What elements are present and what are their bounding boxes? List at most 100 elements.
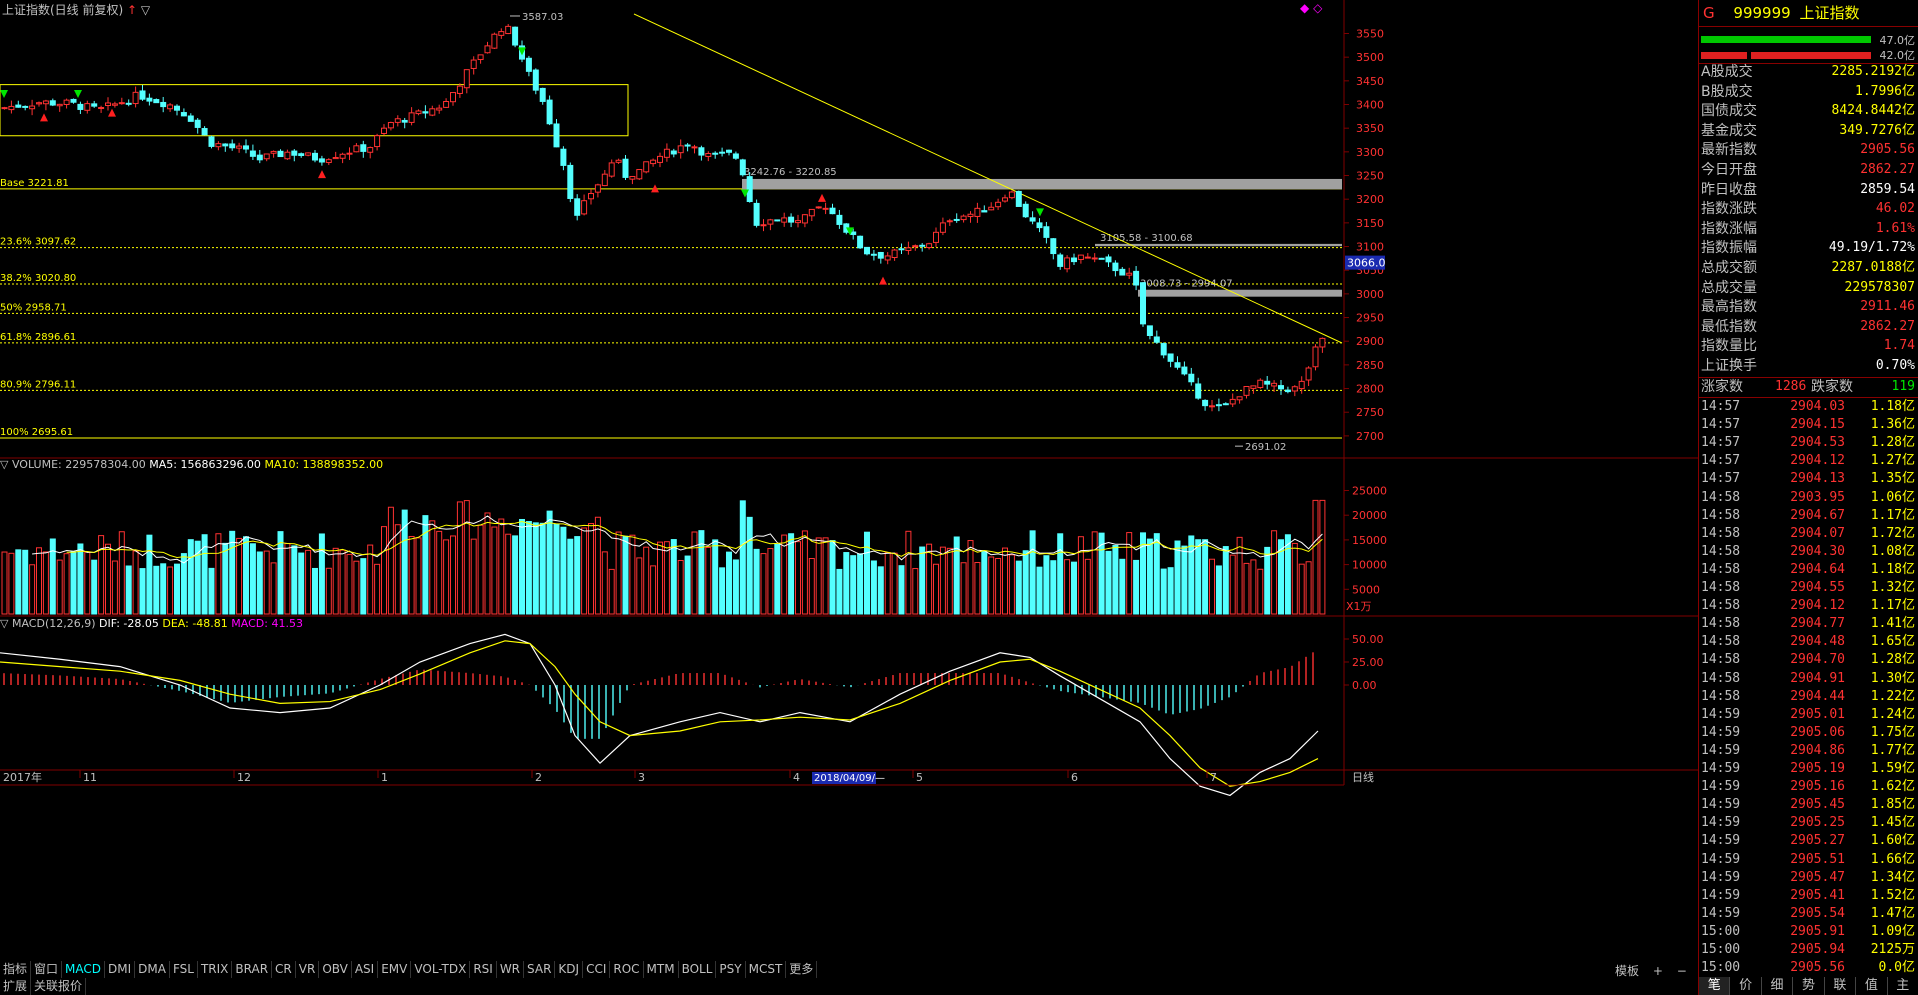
fib-level-label: 38.2% 3020.80 — [0, 273, 76, 284]
candle-body — [456, 85, 463, 94]
indicator-tab-20[interactable]: MTM — [644, 961, 679, 978]
tick-row[interactable]: 14:59 2905.54 1.47亿 — [1699, 905, 1918, 923]
tick-row[interactable]: 14:58 2904.12 1.17亿 — [1699, 597, 1918, 615]
volume-bar — [960, 562, 967, 615]
indicator-tab-6[interactable]: TRIX — [198, 961, 233, 978]
candle-body — [1022, 203, 1029, 218]
volume-bar — [1202, 539, 1209, 615]
related-quote-button[interactable]: 关联报价 — [31, 978, 87, 995]
panel-tab-4[interactable]: 联 — [1825, 977, 1857, 995]
tick-row[interactable]: 14:58 2904.44 1.22亿 — [1699, 688, 1918, 706]
tick-row[interactable]: 14:57 2904.12 1.27亿 — [1699, 452, 1918, 470]
macd-triangle-icon[interactable]: ▽ — [0, 617, 8, 630]
diamond-filled-icon[interactable]: ◆ — [1300, 1, 1309, 15]
tick-row[interactable]: 14:59 2905.19 1.59亿 — [1699, 760, 1918, 778]
zoom-out-icon[interactable]: − — [1677, 964, 1687, 978]
tick-row[interactable]: 14:57 2904.15 1.36亿 — [1699, 416, 1918, 434]
indicator-tab-22[interactable]: PSY — [716, 961, 746, 978]
tick-time: 14:57 — [1701, 435, 1741, 451]
tick-row[interactable]: 14:59 2905.27 1.60亿 — [1699, 832, 1918, 850]
indicator-tab-19[interactable]: ROC — [610, 961, 644, 978]
tick-row[interactable]: 14:57 2904.13 1.35亿 — [1699, 470, 1918, 488]
indicator-tab-2[interactable]: MACD — [62, 961, 106, 978]
indicator-tab-3[interactable]: DMI — [105, 961, 136, 978]
tick-row[interactable]: 15:00 2905.94 2125万 — [1699, 941, 1918, 959]
candle-body — [732, 153, 739, 159]
tick-row[interactable]: 14:59 2905.41 1.52亿 — [1699, 887, 1918, 905]
indicator-tab-11[interactable]: ASI — [352, 961, 379, 978]
tick-row[interactable]: 14:58 2904.64 1.18亿 — [1699, 561, 1918, 579]
indicator-tab-17[interactable]: KDJ — [555, 961, 584, 978]
indicator-tab-9[interactable]: VR — [296, 961, 320, 978]
indicator-tab-0[interactable]: 指标 — [0, 961, 32, 978]
tick-row[interactable]: 14:58 2904.91 1.30亿 — [1699, 670, 1918, 688]
tick-time: 15:00 — [1701, 942, 1741, 957]
indicator-tab-8[interactable]: CR — [272, 961, 296, 978]
panel-tab-5[interactable]: 值 — [1856, 977, 1888, 995]
chart-corner-icons[interactable]: ◆ ◇ — [1300, 1, 1322, 15]
indicator-tab-24[interactable]: 更多 — [786, 961, 818, 978]
panel-tab-2[interactable]: 细 — [1762, 977, 1794, 995]
tick-time: 14:59 — [1701, 833, 1741, 849]
tick-row[interactable]: 14:58 2904.55 1.32亿 — [1699, 579, 1918, 597]
tick-row[interactable]: 15:00 2905.56 0.0亿 — [1699, 959, 1918, 977]
dropdown-triangle-icon[interactable]: ▽ — [141, 3, 150, 17]
tick-row[interactable]: 14:59 2905.06 1.75亿 — [1699, 724, 1918, 742]
extend-button[interactable]: 扩展 — [0, 978, 32, 995]
panel-tab-1[interactable]: 价 — [1730, 977, 1762, 995]
template-button[interactable]: 模板 — [1615, 964, 1639, 978]
up-arrow-icon[interactable]: ↑ — [127, 3, 137, 17]
buy-signal-icon — [318, 170, 326, 179]
tick-row[interactable]: 14:59 2905.25 1.45亿 — [1699, 814, 1918, 832]
tick-row[interactable]: 14:59 2905.47 1.34亿 — [1699, 869, 1918, 887]
candle-body — [1188, 373, 1195, 383]
indicator-tab-13[interactable]: VOL-TDX — [411, 961, 471, 978]
volume-bar — [822, 537, 829, 615]
indicator-tab-10[interactable]: OBV — [319, 961, 352, 978]
index-code: 999999 — [1733, 4, 1791, 22]
indicator-tab-7[interactable]: BRAR — [232, 961, 273, 978]
tick-row[interactable]: 14:58 2904.07 1.72亿 — [1699, 525, 1918, 543]
panel-tab-0[interactable]: 笔 — [1699, 977, 1731, 995]
zoom-in-icon[interactable]: + — [1653, 964, 1663, 978]
volume-bar — [139, 568, 146, 615]
volume-bar — [270, 562, 277, 615]
volume-bar — [505, 533, 512, 615]
diamond-outline-icon[interactable]: ◇ — [1313, 1, 1322, 15]
indicator-tab-14[interactable]: RSI — [470, 961, 497, 978]
indicator-tab-1[interactable]: 窗口 — [31, 961, 63, 978]
tick-row[interactable]: 14:59 2904.86 1.77亿 — [1699, 742, 1918, 760]
tick-row[interactable]: 14:58 2904.67 1.17亿 — [1699, 507, 1918, 525]
candle-body — [132, 91, 139, 105]
panel-tab-3[interactable]: 势 — [1793, 977, 1825, 995]
candle-body — [767, 219, 774, 225]
fib-level-label: 100% 2695.61 — [0, 427, 73, 438]
tick-row[interactable]: 14:58 2904.70 1.28亿 — [1699, 651, 1918, 669]
indicator-tab-5[interactable]: FSL — [170, 961, 198, 978]
tick-row[interactable]: 14:58 2903.95 1.06亿 — [1699, 489, 1918, 507]
tick-row[interactable]: 14:59 2905.45 1.85亿 — [1699, 796, 1918, 814]
panel-tab-6[interactable]: 主 — [1888, 977, 1918, 995]
tick-row[interactable]: 14:57 2904.53 1.28亿 — [1699, 434, 1918, 452]
tick-row[interactable]: 14:59 2905.16 1.62亿 — [1699, 778, 1918, 796]
indicator-tab-18[interactable]: CCI — [583, 961, 611, 978]
indicator-tab-21[interactable]: BOLL — [679, 961, 717, 978]
candle-body — [663, 148, 670, 158]
tick-row[interactable]: 14:58 2904.30 1.08亿 — [1699, 543, 1918, 561]
indicator-tab-12[interactable]: EMV — [378, 961, 412, 978]
indicator-tab-16[interactable]: SAR — [524, 961, 556, 978]
tick-row[interactable]: 14:57 2904.03 1.18亿 — [1699, 398, 1918, 416]
tick-row[interactable]: 14:59 2905.01 1.24亿 — [1699, 706, 1918, 724]
candle-body — [1002, 197, 1008, 202]
indicator-tab-15[interactable]: WR — [497, 961, 525, 978]
tick-row[interactable]: 14:58 2904.77 1.41亿 — [1699, 615, 1918, 633]
volume-bar — [456, 501, 463, 615]
kline-chart-canvas[interactable]: 3550350034503400335033003250320031503100… — [0, 0, 1698, 995]
indicator-tab-4[interactable]: DMA — [135, 961, 170, 978]
candle-body — [180, 112, 187, 117]
tick-row[interactable]: 15:00 2905.91 1.09亿 — [1699, 923, 1918, 941]
tick-row[interactable]: 14:59 2905.51 1.66亿 — [1699, 851, 1918, 869]
volume-triangle-icon[interactable]: ▽ — [0, 458, 8, 471]
tick-row[interactable]: 14:58 2904.48 1.65亿 — [1699, 633, 1918, 651]
indicator-tab-23[interactable]: MCST — [746, 961, 787, 978]
